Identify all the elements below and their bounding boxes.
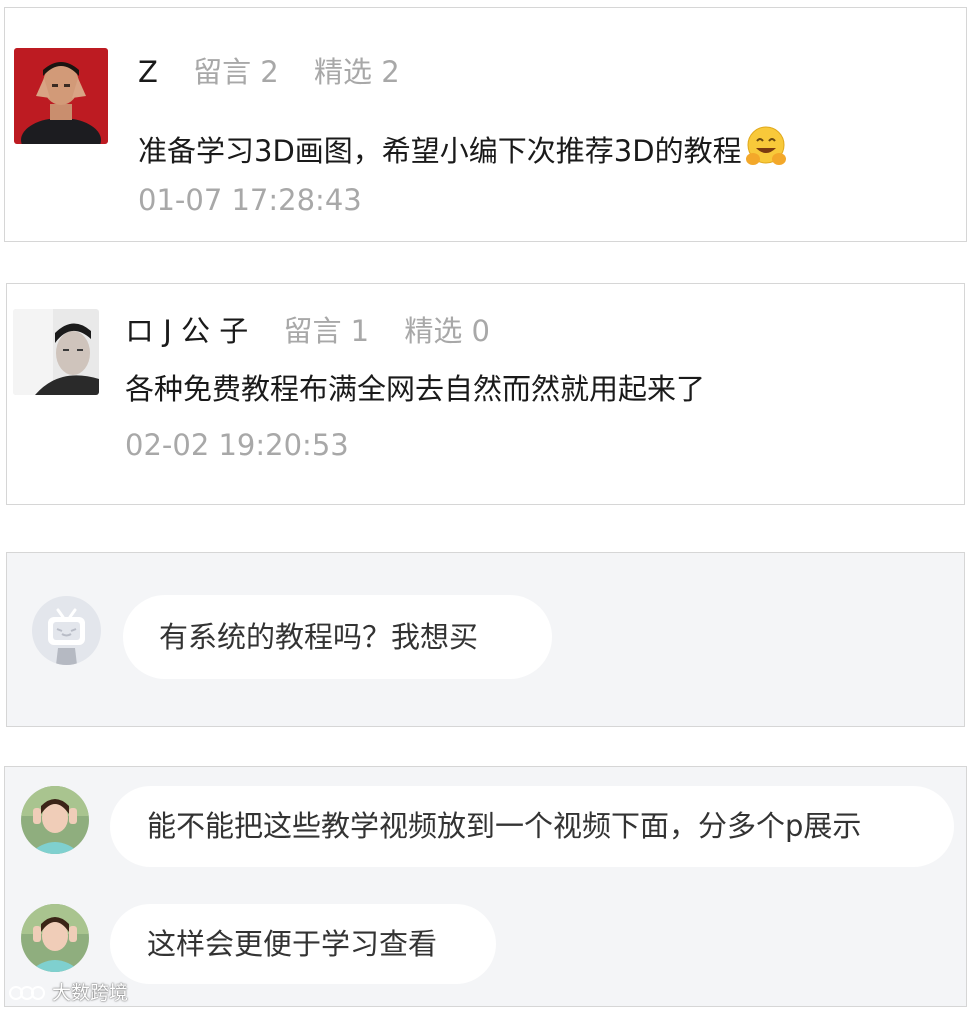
chat-bubble: 能不能把这些教学视频放到一个视频下面，分多个p展示 <box>110 786 954 867</box>
avatar[interactable] <box>14 48 108 144</box>
watermark-logo-icon <box>8 982 52 1004</box>
avatar-photo-icon <box>14 48 108 144</box>
avatar-photo-icon <box>13 309 99 395</box>
chat-message: 能不能把这些教学视频放到一个视频下面，分多个p展示 <box>147 809 862 843</box>
chat-card-1: 有系统的教程吗？我想买 <box>6 552 965 727</box>
chat-card-2: 能不能把这些教学视频放到一个视频下面，分多个p展示 这样会更便于学习查看 <box>4 766 967 1007</box>
comment-text: 准备学习3D画图，希望小编下次推荐3D的教程 <box>138 134 742 168</box>
commenter-name[interactable]: Z <box>138 55 158 89</box>
avatar-photo-icon <box>21 786 89 854</box>
likes-count: 留言 2 <box>193 55 279 89</box>
comment-card-1: Z 留言 2 精选 2 准备学习3D画图，希望小编下次推荐3D的教程 01-07… <box>4 7 967 242</box>
comment-text: 各种免费教程布满全网去自然而然就用起来了 <box>125 372 706 406</box>
chat-bubble: 有系统的教程吗？我想买 <box>123 595 552 679</box>
comment-text-wrap: 准备学习3D画图，希望小编下次推荐3D的教程 <box>138 125 790 174</box>
bilibili-tv-avatar-icon[interactable] <box>32 596 101 665</box>
comment-time: 01-07 17:28:43 <box>138 183 362 217</box>
comment-header: Z 留言 2 精选 2 <box>138 58 400 87</box>
watermark-text: 大数跨境 <box>52 982 129 1004</box>
watermark: 大数跨境 <box>8 984 128 1003</box>
likes-count: 留言 1 <box>283 314 370 348</box>
featured-count: 精选 0 <box>404 314 490 348</box>
avatar[interactable] <box>13 309 99 395</box>
commenter-name[interactable]: ロ J 公 子 <box>125 314 248 348</box>
avatar[interactable] <box>21 904 89 972</box>
avatar[interactable] <box>21 786 89 854</box>
featured-count: 精选 2 <box>313 55 400 89</box>
comment-card-2: ロ J 公 子 留言 1 精选 0 各种免费教程布满全网去自然而然就用起来了 0… <box>6 283 965 505</box>
comment-header: ロ J 公 子 留言 1 精选 0 <box>125 317 490 346</box>
comment-time: 02-02 19:20:53 <box>125 428 349 462</box>
chat-message: 有系统的教程吗？我想买 <box>159 619 479 654</box>
avatar-photo-icon <box>21 904 89 972</box>
chat-bubble: 这样会更便于学习查看 <box>110 904 496 984</box>
chat-message: 这样会更便于学习查看 <box>147 926 438 961</box>
hugging-face-emoji-icon <box>744 125 790 174</box>
